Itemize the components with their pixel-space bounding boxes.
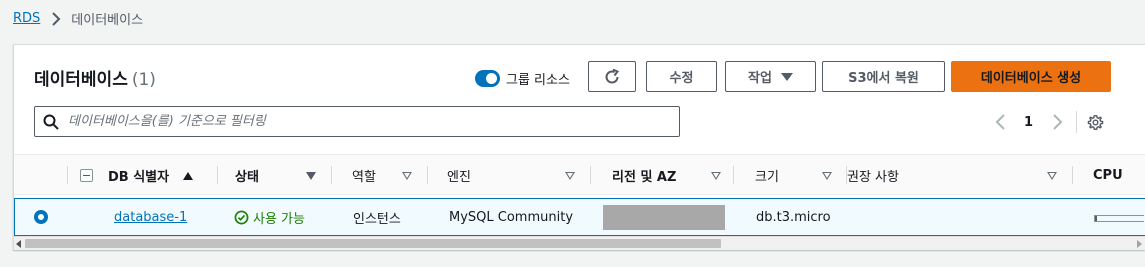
sort-ascending-icon [183, 171, 194, 180]
database-count: (1) [131, 70, 156, 90]
page-number[interactable]: 1 [1024, 115, 1033, 130]
column-label: DB 식별자 [108, 170, 170, 185]
toggle-switch[interactable] [475, 70, 500, 87]
table-header: DB 식별자 상태 역할 엔진 리전 및 AZ 크기 권장 사항 CPU [14, 154, 1145, 195]
size-cell: db.t3.micro [756, 209, 831, 225]
breadcrumb-rds-link[interactable]: RDS [13, 11, 40, 26]
column-header-role[interactable]: 역할 [332, 155, 428, 196]
column-header-cpu[interactable]: CPU [1073, 155, 1145, 196]
column-header-size[interactable]: 크기 [734, 155, 847, 196]
role-cell: 인스턴스 [353, 211, 401, 227]
search-input[interactable] [68, 114, 648, 129]
column-header-db-id[interactable]: DB 식별자 [68, 155, 218, 196]
status-text: 사용 가능 [253, 211, 305, 227]
breadcrumb: RDS 데이터베이스 [13, 9, 143, 28]
search-icon [43, 114, 59, 130]
database-link[interactable]: database-1 [114, 210, 187, 225]
breadcrumb-current: 데이터베이스 [71, 13, 144, 28]
column-label: 리전 및 AZ [612, 170, 677, 185]
page-title: 데이터베이스 (1) [34, 65, 156, 90]
status-cell: 사용 가능 [234, 199, 305, 235]
column-label: CPU [1093, 168, 1123, 183]
region-az-cell [603, 199, 725, 235]
column-label: 역할 [352, 170, 376, 185]
create-database-button[interactable]: 데이터베이스 생성 [951, 61, 1111, 92]
divider [1076, 111, 1078, 133]
chevron-right-icon[interactable] [1050, 113, 1064, 131]
search-field[interactable] [34, 106, 680, 137]
column-label: 상태 [235, 170, 259, 185]
restore-from-s3-button[interactable]: S3에서 복원 [822, 61, 945, 92]
cpu-progress-bar [1094, 215, 1144, 222]
gear-icon[interactable] [1087, 114, 1104, 131]
horizontal-scrollbar[interactable] [14, 236, 1145, 250]
panel-title-text: 데이터베이스 [34, 70, 128, 90]
caret-down-icon [780, 72, 793, 81]
scroll-right-arrow-icon[interactable] [1137, 240, 1142, 248]
column-label: 엔진 [447, 170, 471, 185]
actions-label: 작업 [748, 71, 772, 86]
chevron-left-icon[interactable] [994, 113, 1008, 131]
chevron-right-icon [52, 11, 61, 26]
column-label: 권장 사항 [847, 170, 899, 185]
row-select-cell[interactable] [34, 199, 48, 235]
db-id-cell: database-1 [114, 199, 187, 235]
column-label: 크기 [755, 170, 779, 185]
sort-icon [822, 171, 832, 180]
header-select-cell [14, 155, 68, 196]
group-resources-toggle[interactable]: 그룹 리소스 [475, 69, 570, 88]
sort-icon [402, 171, 412, 180]
refresh-icon [605, 68, 620, 83]
column-header-region-az[interactable]: 리전 및 AZ [591, 155, 734, 196]
scrollbar-thumb[interactable] [25, 239, 721, 248]
toggle-knob [486, 73, 497, 84]
status-badge: 사용 가능 [234, 208, 305, 227]
pagination: 1 [994, 111, 1104, 133]
sort-icon [565, 171, 575, 180]
cpu-progress-fill [1095, 216, 1097, 221]
modify-button[interactable]: 수정 [646, 61, 717, 92]
engine-cell: MySQL Community [449, 209, 574, 225]
refresh-button[interactable] [588, 61, 636, 92]
sort-icon [711, 171, 721, 180]
sort-icon [306, 171, 316, 180]
column-header-engine[interactable]: 엔진 [428, 155, 591, 196]
redacted-region-block [603, 204, 725, 230]
column-header-status[interactable]: 상태 [218, 155, 332, 196]
check-circle-icon [234, 210, 249, 224]
scroll-left-arrow-icon[interactable] [16, 240, 21, 248]
group-resources-label: 그룹 리소스 [506, 73, 570, 88]
row-radio-button[interactable] [34, 210, 48, 224]
expand-all-checkbox[interactable] [80, 169, 93, 182]
actions-dropdown-button[interactable]: 작업 [725, 61, 816, 92]
table-row[interactable]: database-1 사용 가능 인스턴스 MySQL Community db… [14, 198, 1145, 236]
sort-icon [1047, 171, 1057, 180]
column-header-recommendations[interactable]: 권장 사항 [847, 155, 1073, 196]
databases-panel: 데이터베이스 (1) 그룹 리소스 수정 작업 S3에서 복원 데이터베이스 생성… [13, 44, 1145, 250]
